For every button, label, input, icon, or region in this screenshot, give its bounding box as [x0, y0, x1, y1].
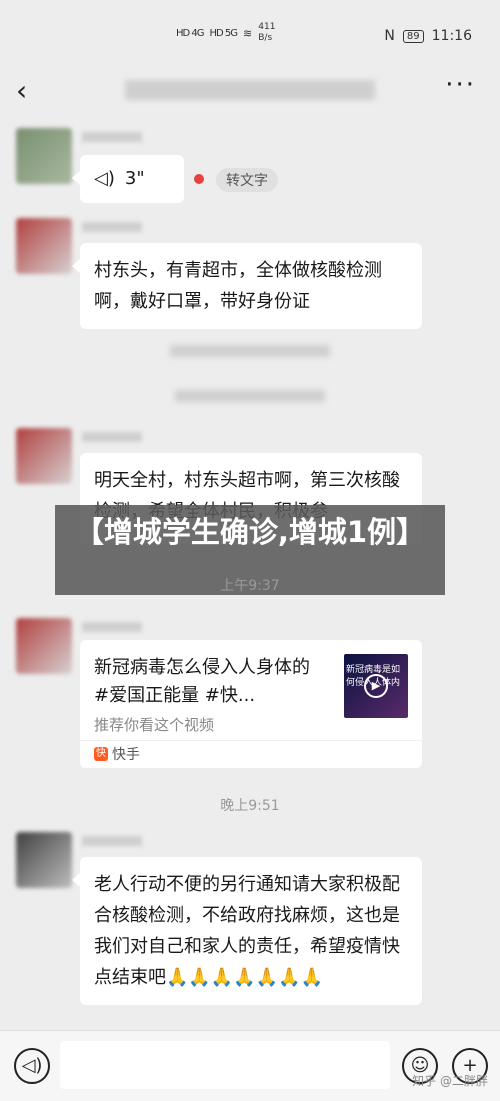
timestamp: 上午9:37: [220, 578, 280, 594]
avatar[interactable]: [16, 832, 72, 888]
back-chevron-icon[interactable]: ‹: [16, 74, 27, 107]
voice-wave-icon: ◁): [94, 168, 115, 189]
avatar[interactable]: [16, 218, 72, 274]
avatar[interactable]: [16, 128, 72, 184]
voice-input-icon[interactable]: ◁): [14, 1048, 50, 1084]
card-subtitle: 推荐你看这个视频: [94, 716, 215, 734]
wifi-icon: ≋: [243, 26, 253, 40]
unread-dot: [194, 174, 204, 184]
network-left: HD 4G: [176, 27, 204, 39]
chat-header: ‹ ···: [0, 62, 500, 118]
system-notice-blurred: [170, 345, 330, 357]
voice-duration: 3": [124, 168, 145, 189]
text-message[interactable]: 老人行动不便的另行通知请大家积极配合核酸检测，不给政府找麻烦，这也是我们对自己和…: [72, 857, 422, 1005]
input-bar: ◁) ☺ +: [0, 1030, 500, 1101]
sender-name-blurred: [82, 836, 142, 846]
message-input[interactable]: [60, 1041, 390, 1089]
card-source: 快 快手: [94, 744, 140, 764]
shared-video-card[interactable]: 新冠病毒怎么侵入人身体的 #爱国正能量 #快... 推荐你看这个视频 新冠病毒是…: [80, 640, 422, 768]
to-text-button[interactable]: 转文字: [216, 168, 278, 192]
clock: 11:16: [431, 28, 472, 44]
voice-message[interactable]: ◁) 3": [72, 155, 184, 203]
card-divider: [80, 740, 422, 741]
status-bar: HD 4G HD 5G ≋ 411 B/s N 89 11:16: [0, 0, 500, 62]
avatar[interactable]: [16, 428, 72, 484]
network-speed: 411 B/s: [258, 22, 276, 43]
system-notice-blurred: [175, 390, 325, 402]
network-indicators: HD 4G HD 5G ≋ 411 B/s: [176, 22, 275, 44]
sender-name-blurred: [82, 132, 142, 142]
source-label: 快手: [112, 747, 140, 763]
status-right: N 89 11:16: [384, 28, 472, 44]
nfc-icon: N: [384, 28, 395, 44]
sender-name-blurred: [82, 222, 142, 232]
kuaishou-icon: 快: [94, 747, 108, 761]
avatar[interactable]: [16, 618, 72, 674]
sender-name-blurred: [82, 432, 142, 442]
watermark: 知乎 @二胖胖: [412, 1074, 488, 1088]
card-title: 新冠病毒怎么侵入人身体的 #爱国正能量 #快...: [94, 657, 310, 706]
sender-name-blurred: [82, 622, 142, 632]
more-dots-icon[interactable]: ···: [445, 70, 476, 100]
timestamp: 晚上9:51: [220, 798, 280, 814]
network-right: HD 5G: [209, 27, 238, 39]
text-message[interactable]: 村东头，有青超市，全体做核酸检测啊，戴好口罩，带好身份证: [72, 243, 422, 329]
battery-indicator: 89: [402, 29, 424, 43]
video-thumbnail: 新冠病毒是如何侵入人体内 ▶: [344, 654, 408, 718]
chat-title-blurred: [125, 80, 375, 100]
play-icon: ▶: [364, 674, 388, 698]
